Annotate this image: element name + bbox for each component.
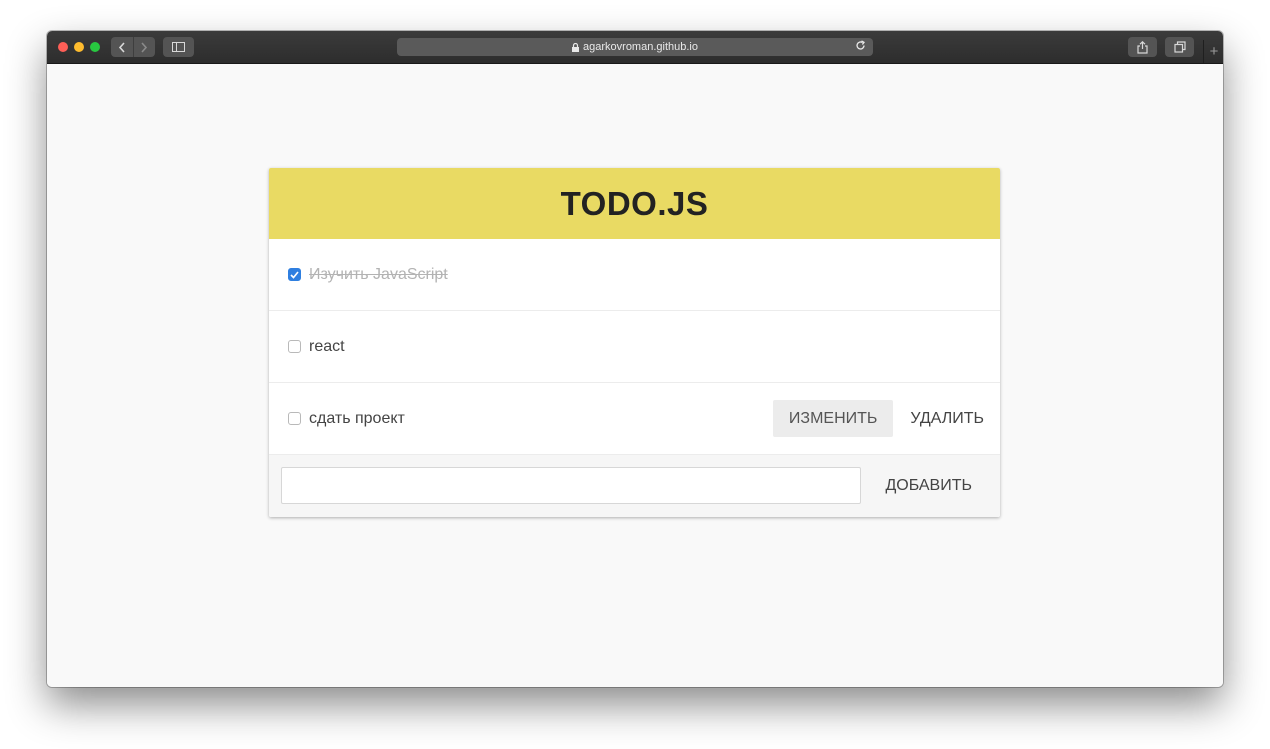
todo-card: TODO.JS Изучить JavaScript react сдать п… (269, 168, 1000, 517)
forward-button[interactable] (132, 37, 156, 57)
add-todo-form: ДОБАВИТЬ (269, 455, 1000, 517)
reload-icon[interactable] (855, 40, 866, 51)
card-header: TODO.JS (269, 168, 1000, 239)
checkmark-icon (290, 270, 299, 279)
show-tabs-button[interactable] (1165, 37, 1194, 57)
new-tab-button[interactable]: + (1203, 40, 1223, 63)
app-title: TODO.JS (560, 184, 709, 222)
lock-icon (572, 42, 580, 52)
minimize-window-button[interactable] (74, 42, 84, 52)
todo-item[interactable]: react (269, 311, 1000, 383)
browser-toolbar: agarkovroman.github.io + (47, 31, 1223, 64)
todo-checkbox[interactable] (288, 412, 301, 425)
edit-button[interactable]: ИЗМЕНИТЬ (772, 400, 894, 437)
address-url: agarkovroman.github.io (583, 41, 698, 53)
close-window-button[interactable] (58, 42, 68, 52)
browser-window: agarkovroman.github.io + TODO.JS Изучить… (47, 31, 1223, 687)
back-button[interactable] (111, 37, 133, 57)
todo-actions: ИЗМЕНИТЬ УДАЛИТЬ (772, 400, 984, 437)
page-content: TODO.JS Изучить JavaScript react сдать п… (47, 64, 1223, 687)
chevron-right-icon (141, 41, 148, 53)
share-icon (1137, 40, 1148, 54)
sidebar-toggle-button[interactable] (163, 37, 194, 57)
share-button[interactable] (1128, 37, 1157, 57)
todo-text: сдать проект (309, 409, 405, 427)
chevron-left-icon (118, 41, 125, 53)
zoom-window-button[interactable] (90, 42, 100, 52)
todo-item[interactable]: сдать проект ИЗМЕНИТЬ УДАЛИТЬ (269, 383, 1000, 455)
delete-button[interactable]: УДАЛИТЬ (893, 400, 984, 437)
add-button[interactable]: ДОБАВИТЬ (885, 467, 972, 504)
todo-item[interactable]: Изучить JavaScript (269, 239, 1000, 311)
todo-checkbox-checked[interactable] (288, 268, 301, 281)
address-bar[interactable]: agarkovroman.github.io (397, 38, 873, 56)
sidebar-icon (172, 42, 185, 52)
todo-text: Изучить JavaScript (309, 265, 448, 283)
new-todo-input[interactable] (281, 467, 861, 504)
todo-checkbox[interactable] (288, 340, 301, 353)
navigation-buttons (111, 37, 155, 57)
todo-text: react (309, 337, 345, 355)
tabs-icon (1173, 41, 1186, 53)
